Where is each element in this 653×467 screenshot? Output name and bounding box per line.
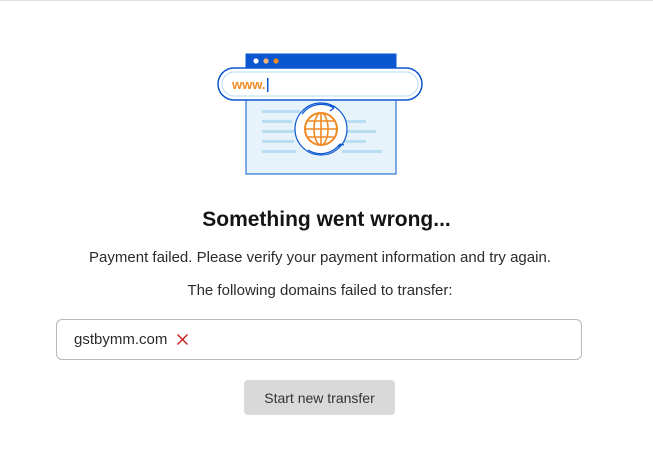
window-dot — [263, 58, 269, 64]
window-dot — [253, 58, 259, 64]
domain-name: gstbymm.com — [74, 331, 168, 348]
text-cursor — [267, 78, 269, 92]
error-title: Something went wrong... — [202, 208, 451, 231]
error-message: Payment failed. Please verify your payme… — [89, 249, 551, 266]
start-new-transfer-button[interactable]: Start new transfer — [244, 380, 395, 415]
failed-domains-list: gstbymm.com — [56, 319, 582, 360]
address-bar-text: www. — [231, 77, 265, 92]
top-divider — [0, 0, 653, 1]
transfer-illustration: www. — [217, 53, 423, 175]
window-dot — [273, 58, 279, 64]
globe-icon — [304, 112, 338, 146]
failed-domains-heading: The following domains failed to transfer… — [187, 282, 453, 299]
failed-domain-item: gstbymm.com — [74, 331, 189, 348]
close-icon — [177, 334, 189, 345]
